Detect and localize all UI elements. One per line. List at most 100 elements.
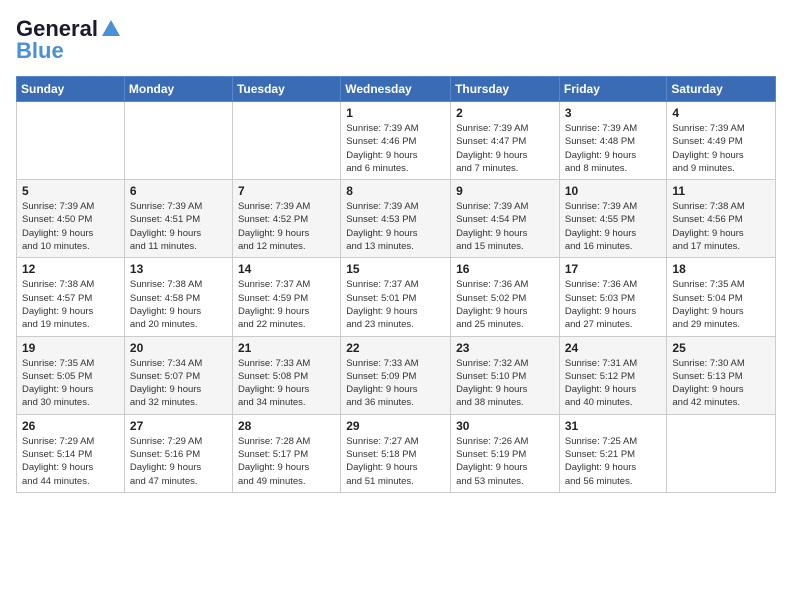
- calendar: SundayMondayTuesdayWednesdayThursdayFrid…: [16, 76, 776, 493]
- calendar-cell: 10Sunrise: 7:39 AM Sunset: 4:55 PM Dayli…: [559, 180, 667, 258]
- calendar-cell: 9 Sunrise: 7:39 AM Sunset: 4:54 PM Daylig…: [451, 180, 560, 258]
- weekday-header-thursday: Thursday: [451, 77, 560, 102]
- calendar-cell: 27 Sunrise: 7:29 AM Sunset: 5:16 PM Dayli…: [124, 414, 232, 492]
- day-info: Sunrise: 7:30 AM Sunset: 5:13 PM Dayligh…: [672, 357, 770, 410]
- day-info: Sunrise: 7:37 AM Sunset: 4:59 PM Dayligh…: [238, 278, 335, 331]
- day-number: 26: [22, 419, 119, 433]
- day-info: Sunrise: 7:39 AM Sunset: 4:52 PM Dayligh…: [238, 200, 335, 253]
- day-number: 11: [672, 184, 770, 198]
- day-number: 24: [565, 341, 662, 355]
- day-info: Sunrise: 7:39 AM Sunset: 4:51 PM Dayligh…: [130, 200, 227, 253]
- day-info: Sunrise: 7:36 AM Sunset: 5:02 PM Dayligh…: [456, 278, 554, 331]
- day-info: Sunrise: 7:38 AM Sunset: 4:56 PM Dayligh…: [672, 200, 770, 253]
- weekday-header-sunday: Sunday: [17, 77, 125, 102]
- day-number: 20: [130, 341, 227, 355]
- page: General Blue SundayMondayTuesdayWednesda…: [0, 0, 792, 612]
- day-info: Sunrise: 7:38 AM Sunset: 4:57 PM Dayligh…: [22, 278, 119, 331]
- calendar-cell: 31Sunrise: 7:25 AM Sunset: 5:21 PM Dayli…: [559, 414, 667, 492]
- calendar-cell: 24 Sunrise: 7:31 AM Sunset: 5:12 PM Dayli…: [559, 336, 667, 414]
- day-number: 27: [130, 419, 227, 433]
- day-info: Sunrise: 7:26 AM Sunset: 5:19 PM Dayligh…: [456, 435, 554, 488]
- day-number: 16: [456, 262, 554, 276]
- day-number: 1: [346, 106, 445, 120]
- day-info: Sunrise: 7:36 AM Sunset: 5:03 PM Dayligh…: [565, 278, 662, 331]
- day-info: Sunrise: 7:39 AM Sunset: 4:54 PM Dayligh…: [456, 200, 554, 253]
- calendar-cell: 16 Sunrise: 7:36 AM Sunset: 5:02 PM Dayli…: [451, 258, 560, 336]
- day-info: Sunrise: 7:29 AM Sunset: 5:14 PM Dayligh…: [22, 435, 119, 488]
- day-info: Sunrise: 7:38 AM Sunset: 4:58 PM Dayligh…: [130, 278, 227, 331]
- calendar-cell: [232, 102, 340, 180]
- day-number: 23: [456, 341, 554, 355]
- calendar-cell: 23Sunrise: 7:32 AM Sunset: 5:10 PM Dayli…: [451, 336, 560, 414]
- day-number: 17: [565, 262, 662, 276]
- day-info: Sunrise: 7:33 AM Sunset: 5:09 PM Dayligh…: [346, 357, 445, 410]
- week-row-5: 26 Sunrise: 7:29 AM Sunset: 5:14 PM Dayli…: [17, 414, 776, 492]
- day-info: Sunrise: 7:39 AM Sunset: 4:53 PM Dayligh…: [346, 200, 445, 253]
- day-info: Sunrise: 7:39 AM Sunset: 4:48 PM Dayligh…: [565, 122, 662, 175]
- day-info: Sunrise: 7:25 AM Sunset: 5:21 PM Dayligh…: [565, 435, 662, 488]
- calendar-cell: 12 Sunrise: 7:38 AM Sunset: 4:57 PM Dayli…: [17, 258, 125, 336]
- day-info: Sunrise: 7:31 AM Sunset: 5:12 PM Dayligh…: [565, 357, 662, 410]
- day-number: 13: [130, 262, 227, 276]
- calendar-cell: 15 Sunrise: 7:37 AM Sunset: 5:01 PM Dayli…: [341, 258, 451, 336]
- day-number: 29: [346, 419, 445, 433]
- day-info: Sunrise: 7:33 AM Sunset: 5:08 PM Dayligh…: [238, 357, 335, 410]
- calendar-cell: [17, 102, 125, 180]
- day-info: Sunrise: 7:37 AM Sunset: 5:01 PM Dayligh…: [346, 278, 445, 331]
- weekday-header-saturday: Saturday: [667, 77, 776, 102]
- day-number: 15: [346, 262, 445, 276]
- calendar-cell: 8Sunrise: 7:39 AM Sunset: 4:53 PM Daylig…: [341, 180, 451, 258]
- day-info: Sunrise: 7:35 AM Sunset: 5:05 PM Dayligh…: [22, 357, 119, 410]
- weekday-header-wednesday: Wednesday: [341, 77, 451, 102]
- calendar-cell: 19 Sunrise: 7:35 AM Sunset: 5:05 PM Dayli…: [17, 336, 125, 414]
- day-info: Sunrise: 7:39 AM Sunset: 4:47 PM Dayligh…: [456, 122, 554, 175]
- calendar-cell: 20Sunrise: 7:34 AM Sunset: 5:07 PM Dayli…: [124, 336, 232, 414]
- calendar-cell: 28Sunrise: 7:28 AM Sunset: 5:17 PM Dayli…: [232, 414, 340, 492]
- header: General Blue: [16, 16, 776, 64]
- logo-icon: [100, 18, 122, 40]
- day-number: 22: [346, 341, 445, 355]
- day-number: 12: [22, 262, 119, 276]
- day-info: Sunrise: 7:39 AM Sunset: 4:55 PM Dayligh…: [565, 200, 662, 253]
- calendar-cell: 2 Sunrise: 7:39 AM Sunset: 4:47 PM Daylig…: [451, 102, 560, 180]
- weekday-header-row: SundayMondayTuesdayWednesdayThursdayFrid…: [17, 77, 776, 102]
- calendar-cell: 25 Sunrise: 7:30 AM Sunset: 5:13 PM Dayli…: [667, 336, 776, 414]
- calendar-cell: 6 Sunrise: 7:39 AM Sunset: 4:51 PM Daylig…: [124, 180, 232, 258]
- day-info: Sunrise: 7:39 AM Sunset: 4:46 PM Dayligh…: [346, 122, 445, 175]
- calendar-cell: [124, 102, 232, 180]
- day-info: Sunrise: 7:27 AM Sunset: 5:18 PM Dayligh…: [346, 435, 445, 488]
- calendar-cell: 30Sunrise: 7:26 AM Sunset: 5:19 PM Dayli…: [451, 414, 560, 492]
- weekday-header-tuesday: Tuesday: [232, 77, 340, 102]
- logo: General Blue: [16, 16, 122, 64]
- day-info: Sunrise: 7:39 AM Sunset: 4:49 PM Dayligh…: [672, 122, 770, 175]
- week-row-3: 12 Sunrise: 7:38 AM Sunset: 4:57 PM Dayli…: [17, 258, 776, 336]
- day-number: 5: [22, 184, 119, 198]
- calendar-cell: 4 Sunrise: 7:39 AM Sunset: 4:49 PM Daylig…: [667, 102, 776, 180]
- day-number: 25: [672, 341, 770, 355]
- calendar-cell: 29 Sunrise: 7:27 AM Sunset: 5:18 PM Dayli…: [341, 414, 451, 492]
- calendar-cell: 17 Sunrise: 7:36 AM Sunset: 5:03 PM Dayli…: [559, 258, 667, 336]
- day-number: 19: [22, 341, 119, 355]
- logo-blue: Blue: [16, 38, 64, 64]
- day-number: 9: [456, 184, 554, 198]
- day-number: 2: [456, 106, 554, 120]
- calendar-cell: 5 Sunrise: 7:39 AM Sunset: 4:50 PM Daylig…: [17, 180, 125, 258]
- week-row-4: 19 Sunrise: 7:35 AM Sunset: 5:05 PM Dayli…: [17, 336, 776, 414]
- calendar-cell: 22 Sunrise: 7:33 AM Sunset: 5:09 PM Dayli…: [341, 336, 451, 414]
- day-info: Sunrise: 7:39 AM Sunset: 4:50 PM Dayligh…: [22, 200, 119, 253]
- calendar-cell: 18Sunrise: 7:35 AM Sunset: 5:04 PM Dayli…: [667, 258, 776, 336]
- calendar-cell: 11 Sunrise: 7:38 AM Sunset: 4:56 PM Dayli…: [667, 180, 776, 258]
- day-number: 3: [565, 106, 662, 120]
- day-number: 18: [672, 262, 770, 276]
- day-number: 14: [238, 262, 335, 276]
- calendar-cell: 21Sunrise: 7:33 AM Sunset: 5:08 PM Dayli…: [232, 336, 340, 414]
- week-row-2: 5 Sunrise: 7:39 AM Sunset: 4:50 PM Daylig…: [17, 180, 776, 258]
- day-info: Sunrise: 7:29 AM Sunset: 5:16 PM Dayligh…: [130, 435, 227, 488]
- calendar-cell: 7Sunrise: 7:39 AM Sunset: 4:52 PM Daylig…: [232, 180, 340, 258]
- day-info: Sunrise: 7:28 AM Sunset: 5:17 PM Dayligh…: [238, 435, 335, 488]
- day-number: 4: [672, 106, 770, 120]
- calendar-cell: 13 Sunrise: 7:38 AM Sunset: 4:58 PM Dayli…: [124, 258, 232, 336]
- calendar-cell: 1 Sunrise: 7:39 AM Sunset: 4:46 PM Daylig…: [341, 102, 451, 180]
- day-number: 6: [130, 184, 227, 198]
- calendar-cell: 3 Sunrise: 7:39 AM Sunset: 4:48 PM Daylig…: [559, 102, 667, 180]
